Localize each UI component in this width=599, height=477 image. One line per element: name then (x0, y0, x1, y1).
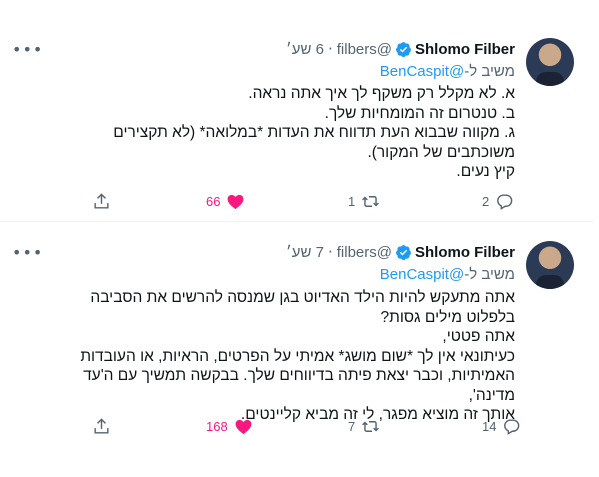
like-icon (235, 419, 252, 435)
tweet-line: האמיתיות, וכבר יצאת פיתה בדיווחים שלך. ב… (83, 367, 515, 384)
retweet-icon (362, 421, 380, 432)
reply-context: משיב ל-@BenCaspit (380, 266, 515, 283)
tweet-line: כעיתונאי אין לך *שום מושג* אמיתי על הפרט… (80, 347, 515, 365)
reply-icon (504, 419, 520, 435)
separator-dot: · (327, 40, 333, 58)
reply-button[interactable]: 14 (476, 417, 521, 436)
timestamp[interactable]: 7 שע׳ (286, 244, 324, 261)
like-button[interactable]: 66 (200, 192, 245, 211)
author-handle[interactable]: @filbers (337, 244, 392, 261)
timestamp[interactable]: 6 שע׳ (286, 41, 324, 58)
retweet-icon (362, 196, 380, 207)
tweet-line: מדינה', (468, 386, 515, 404)
like-count: 168 (206, 419, 228, 434)
share-button[interactable] (92, 192, 111, 211)
tweet-actions: 66 1 2 (0, 192, 593, 216)
reply-prefix: משיב ל- (464, 266, 515, 283)
like-count: 66 (206, 194, 221, 209)
share-icon (94, 418, 109, 434)
tweet-text: אתה מתעקש להיות הילד האדיוט בגן שמנסה לה… (55, 288, 515, 425)
tweet-line: קיץ נעים. (456, 163, 515, 180)
reply-prefix: משיב ל- (464, 63, 515, 80)
retweet-count: 1 (348, 194, 356, 209)
separator-dot: · (327, 243, 333, 261)
author-handle[interactable]: @filbers (337, 41, 392, 58)
retweet-button[interactable]: 7 (342, 417, 380, 436)
tweet-line: ג. מקווה שבבוא העת תדווח את העדות *במלוא… (113, 124, 515, 141)
like-button[interactable]: 168 (200, 417, 253, 436)
reply-count: 14 (482, 419, 497, 434)
verified-icon (396, 244, 411, 260)
tweet-line: אתה מתעקש להיות הילד האדיוט בגן שמנסה לה… (90, 289, 515, 306)
reply-icon (497, 194, 513, 210)
avatar[interactable] (526, 38, 574, 86)
tweet-actions: 168 7 14 (0, 417, 593, 441)
like-icon (228, 194, 244, 210)
tweet-header: Shlomo Filber @filbers · 6 שע׳ (286, 40, 515, 58)
more-options-icon[interactable]: ••• (12, 243, 43, 262)
tweet[interactable]: ••• Shlomo Filber @filbers · 7 שע׳ משיב … (0, 223, 593, 477)
retweet-button[interactable]: 1 (342, 192, 380, 211)
verified-icon (396, 41, 411, 57)
mention-link[interactable]: @BenCaspit (380, 63, 464, 80)
author-name[interactable]: Shlomo Filber (415, 244, 515, 261)
tweet[interactable]: ••• Shlomo Filber @filbers · 6 שע׳ משיב … (0, 20, 593, 222)
share-button[interactable] (92, 417, 111, 436)
tweet-line: א. לא מקלל רק משקף לך איך אתה נראה. (248, 85, 515, 102)
tweet-line: אתה פטטי, (442, 328, 515, 345)
tweet-line: ב. טנטרום זה המומחיות שלך. (324, 104, 515, 122)
retweet-count: 7 (348, 419, 356, 434)
tweet-line: בלפלוט מילים גסות? (380, 308, 515, 326)
reply-context: משיב ל-@BenCaspit (380, 63, 515, 80)
author-name[interactable]: Shlomo Filber (415, 41, 515, 58)
tweet-text: א. לא מקלל רק משקף לך איך אתה נראה. ב. ט… (55, 84, 515, 182)
reply-count: 2 (482, 194, 490, 209)
more-options-icon[interactable]: ••• (12, 40, 43, 59)
share-icon (94, 193, 109, 209)
reply-button[interactable]: 2 (476, 192, 514, 211)
avatar[interactable] (526, 241, 574, 289)
tweet-header: Shlomo Filber @filbers · 7 שע׳ (286, 243, 515, 261)
mention-link[interactable]: @BenCaspit (380, 266, 464, 283)
tweet-line: משוכתבים של המקור). (367, 143, 515, 161)
